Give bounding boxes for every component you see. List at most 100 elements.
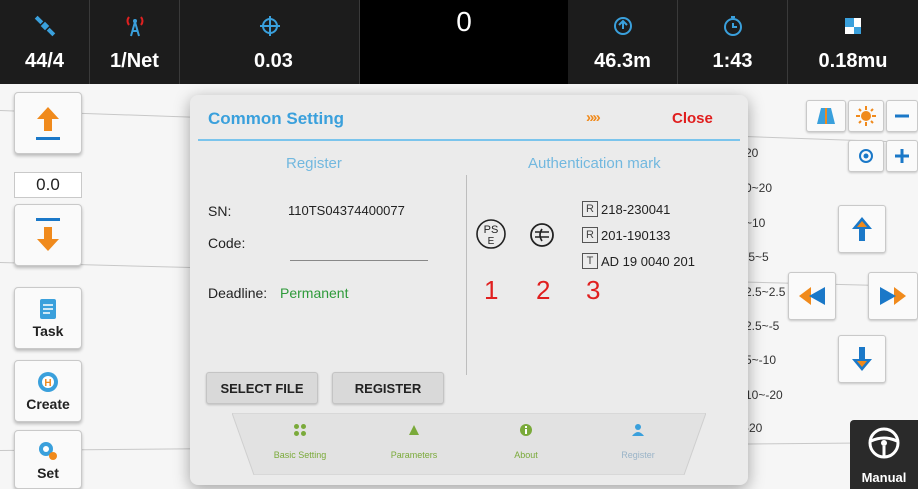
legend-item: 2.5~-5 [745,319,780,333]
manual-label: Manual [861,470,907,485]
satellite-status[interactable]: 44/4 [0,0,90,84]
center-readout: 0 [360,0,568,84]
legend-item: 10~-20 [745,388,783,402]
pan-right-button[interactable] [868,272,918,320]
area-icon [788,14,918,38]
legend-item: 2.5~2.5 [745,285,786,299]
set-button[interactable]: Set [14,430,82,489]
legend-item: .5~5 [745,250,769,264]
set-label: Set [37,464,59,481]
mark-number: 2 [536,275,551,305]
user-icon [632,424,644,436]
target-icon [180,14,359,38]
tab-register[interactable]: Register [588,413,688,475]
common-setting-dialog: Common Setting »» Close Register Authent… [190,95,748,485]
pan-up-button[interactable] [838,205,886,253]
precision-status[interactable]: 0.03 [180,0,360,84]
locate-icon [859,149,873,163]
pan-down-button[interactable] [838,335,886,383]
lower-button[interactable] [14,204,82,266]
info-icon [520,424,532,436]
create-button[interactable]: H Create [14,360,82,422]
svg-text:E: E [488,236,495,247]
minus-icon [895,114,909,118]
cert-number: AD 19 0040 201 [601,253,695,269]
close-button[interactable]: Close [672,110,713,127]
legend-item: 0~20 [745,181,773,195]
tab-label: Parameters [390,450,438,460]
height-value: 0.0 [14,172,82,198]
deadline-value: Permanent [280,285,349,301]
deadline-label: Deadline: [208,285,268,301]
brightness-button[interactable] [848,100,884,132]
code-label: Code: [208,235,246,251]
locate-button[interactable] [848,140,884,172]
cert-row: T AD 19 0040 201 [582,253,695,269]
altitude-icon [568,14,677,38]
cert-type-box: R [582,227,598,243]
tab-about[interactable]: About [476,413,576,475]
cert-number: 201-190133 [601,227,671,243]
timer-value: 1:43 [712,50,753,72]
dialog-title: Common Setting [208,109,344,128]
sun-icon [856,106,876,126]
code-input[interactable] [290,260,428,261]
cert-row: R 201-190133 [582,227,670,243]
timer-icon [678,14,787,38]
pan-right-icon [880,287,906,305]
mark-number: 1 [484,275,499,305]
network-value: 1/Net [110,50,159,72]
cert-type-box: T [582,253,598,269]
timer-status[interactable]: 1:43 [678,0,788,84]
satellite-count: 44/4 [25,50,64,72]
precision-value: 0.03 [254,50,293,72]
svg-text:PS: PS [484,224,499,236]
task-label: Task [32,323,64,339]
create-icon: H [38,372,58,392]
sn-label: SN: [208,203,232,219]
legend-item: ~10 [745,216,766,230]
tab-basic-setting[interactable]: Basic Setting [250,413,350,475]
plus-icon [895,149,909,163]
signal-antenna-icon [90,14,179,38]
register-button[interactable]: REGISTER [332,372,444,404]
tab-label: Register [621,450,655,460]
pan-up-icon [852,217,872,241]
legend-item: 5~-10 [745,353,777,367]
grid-icon [294,424,306,436]
steering-wheel-icon [868,427,900,459]
area-status[interactable]: 0.18mu [788,0,918,84]
gear-icon [39,441,57,460]
select-file-button[interactable]: SELECT FILE [206,372,318,404]
altitude-status[interactable]: 46.3m [568,0,678,84]
center-value: 0 [456,6,472,37]
satellite-icon [0,14,89,38]
svg-text:H: H [44,378,51,389]
section-divider [466,175,467,375]
perspective-icon [817,108,835,124]
telecom-mark-icon [530,223,554,247]
network-status[interactable]: 1/Net [90,0,180,84]
task-button[interactable]: Task [14,287,82,349]
arrow-down-icon [36,218,60,251]
arrow-up-icon [36,107,60,140]
pan-down-icon [852,347,872,371]
pan-left-button[interactable] [788,272,836,320]
expand-arrows-icon[interactable]: »» [586,109,601,126]
cert-row: R 218-230041 [582,201,670,217]
task-icon [40,299,56,319]
parameters-icon [409,425,419,435]
cert-type-box: R [582,201,598,217]
status-bar: 44/4 1/Net 0.03 0 46.3m 1:43 0.18mu [0,0,918,84]
zoom-in-button[interactable] [886,140,918,172]
settings-tab-bar: Basic Setting Parameters About Register [232,413,706,475]
mark-number: 3 [586,275,601,305]
pse-mark-icon: PS E [476,219,506,249]
tab-parameters[interactable]: Parameters [364,413,464,475]
view-mode-button[interactable] [806,100,846,132]
area-value: 0.18mu [818,50,888,72]
raise-button[interactable] [14,92,82,154]
manual-button[interactable]: Manual [850,420,918,489]
header-divider [198,139,740,141]
zoom-out-button[interactable] [886,100,918,132]
